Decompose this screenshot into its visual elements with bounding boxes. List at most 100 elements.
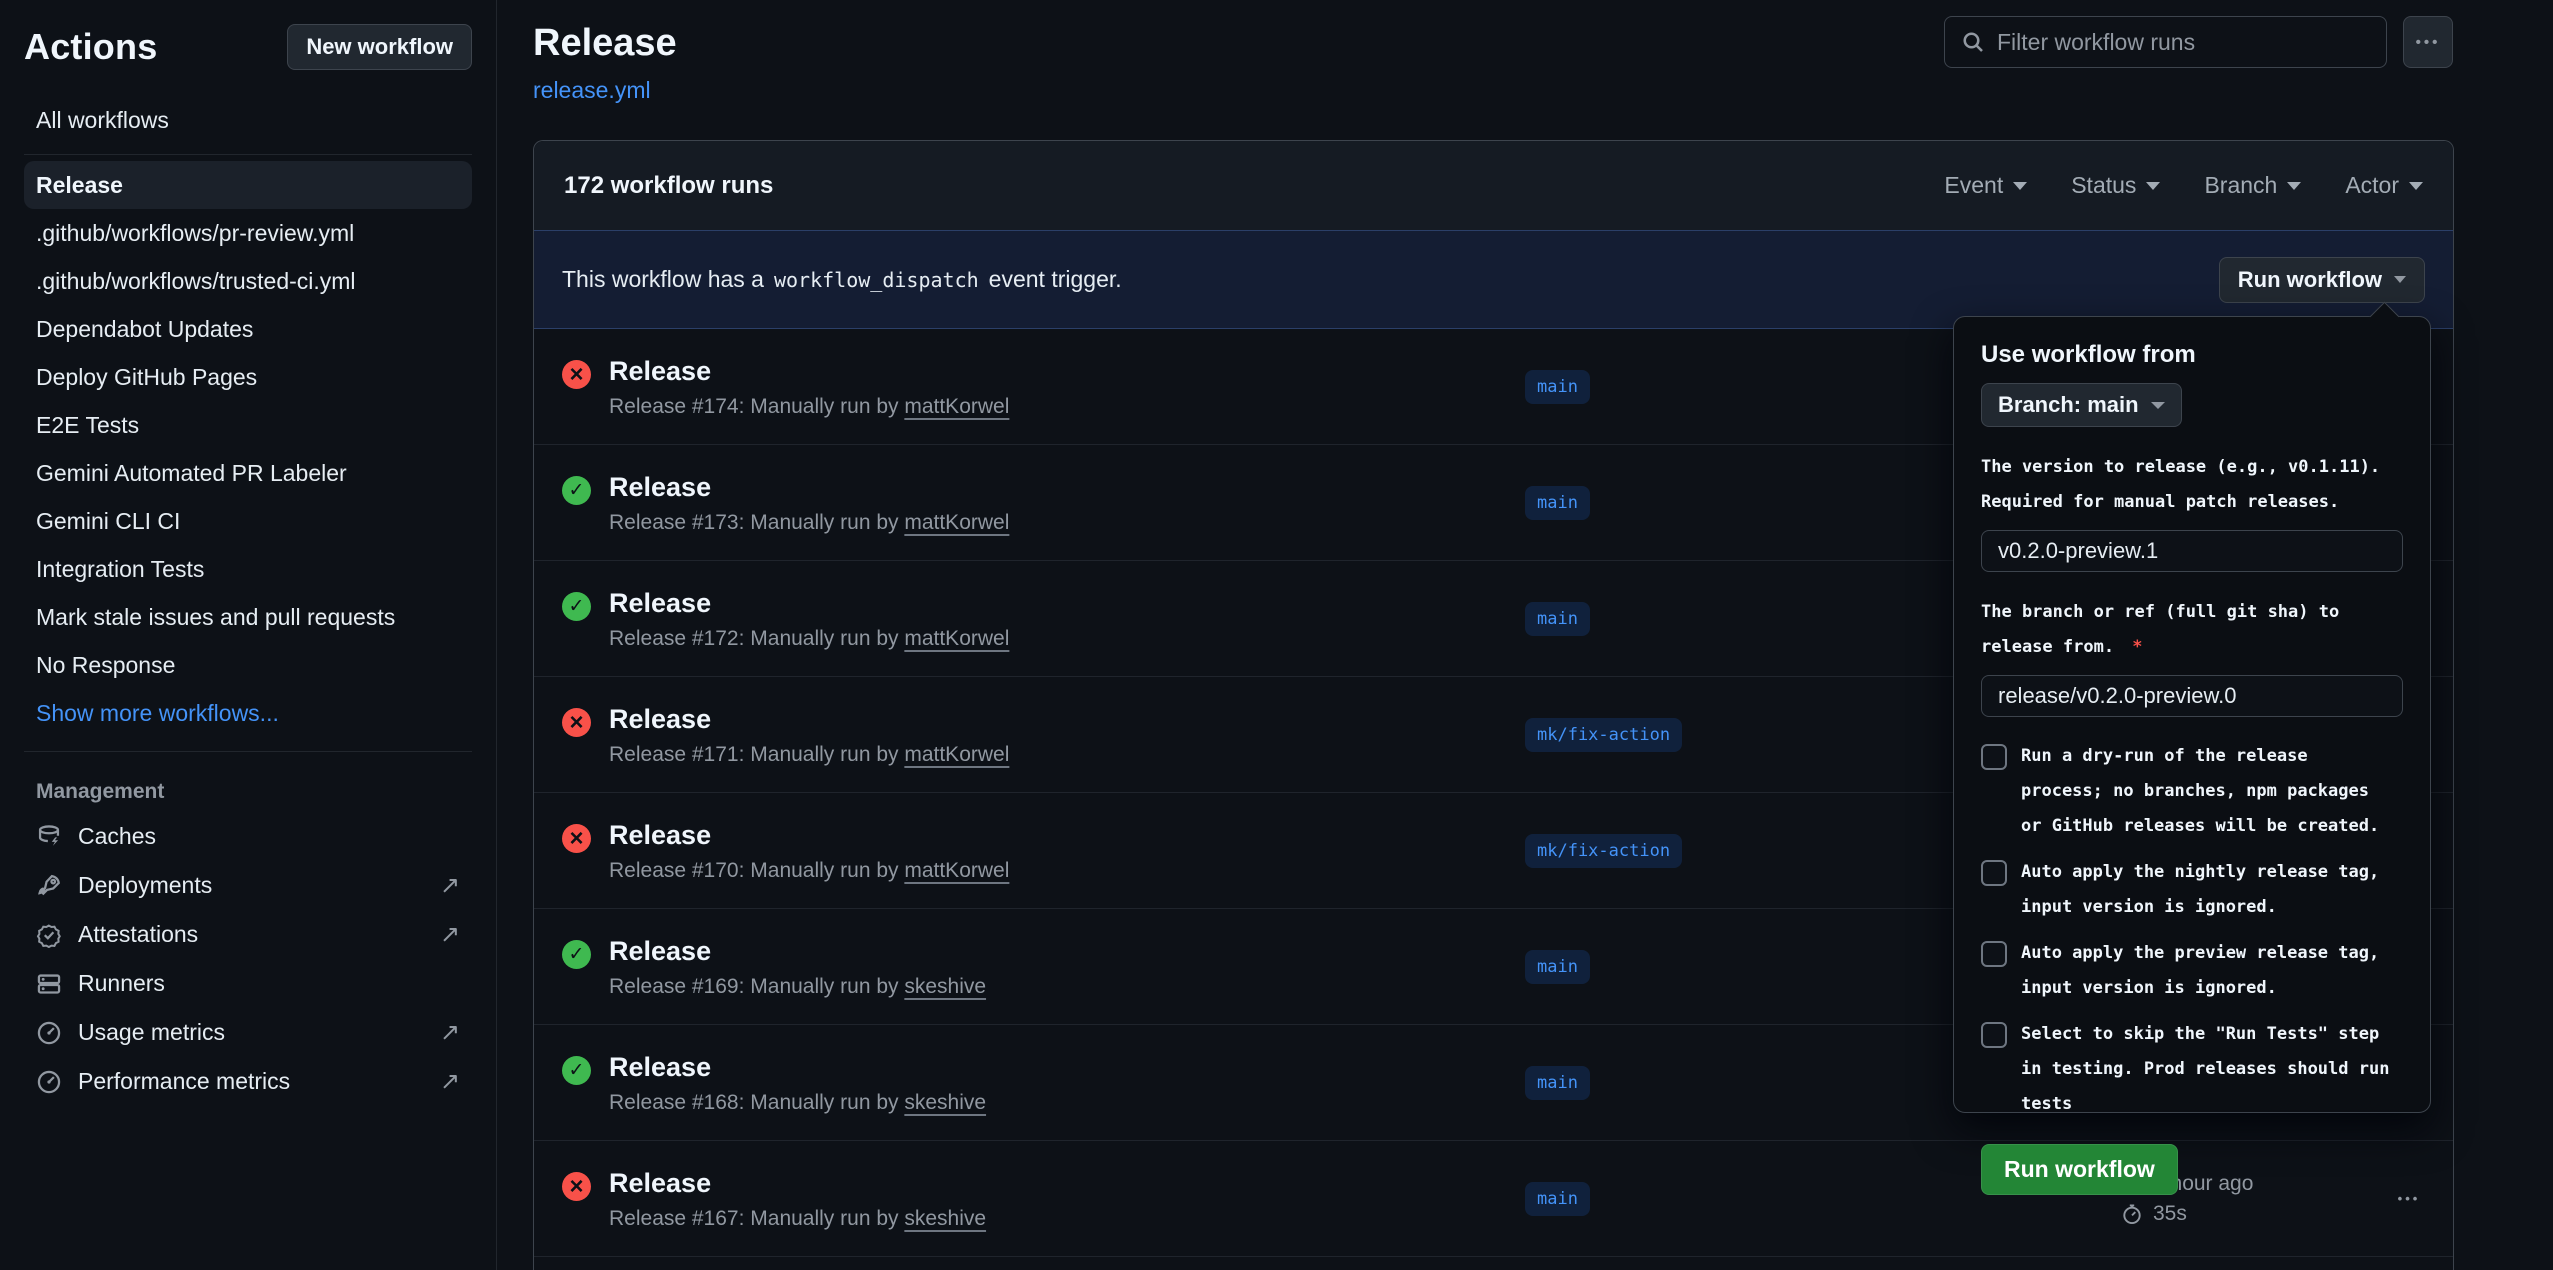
run-title-link[interactable]: Release <box>609 934 986 968</box>
workflow-overflow-menu-button[interactable]: ••• <box>2403 16 2453 68</box>
branch-pill[interactable]: main <box>1525 1182 1590 1216</box>
checkbox[interactable] <box>1981 860 2007 886</box>
cache-icon <box>36 824 62 850</box>
run-text: ReleaseRelease #173: Manually run by mat… <box>609 470 1009 535</box>
branch-pill[interactable]: main <box>1525 1066 1590 1100</box>
sidebar-divider <box>24 154 472 155</box>
run-workflow-popover: Use workflow from Branch: main The versi… <box>1953 316 2431 1113</box>
runs-card-header: 172 workflow runs Event Status Branch Actor <box>534 141 2453 230</box>
failure-status-icon: × <box>562 360 591 389</box>
run-description: Release #170: Manually run by mattKorwel <box>609 859 1009 883</box>
failure-status-icon: × <box>562 708 591 737</box>
popover-checkbox-group: Auto apply the nightly release tag, inpu… <box>1981 855 2403 925</box>
sidebar-item-e2e-tests[interactable]: E2E Tests <box>24 401 472 449</box>
filter-dropdown-status[interactable]: Status <box>2071 172 2160 199</box>
run-text: Release Release #171: Manually run by mat… <box>609 702 1009 767</box>
run-title-link[interactable]: Release <box>609 586 1009 620</box>
sidebar-item-caches[interactable]: Caches <box>24 812 472 861</box>
run-description: Release #169: Manually run by skeshive <box>609 975 986 999</box>
sidebar-item-mark-stale-issues-and-pull-requests[interactable]: Mark stale issues and pull requests <box>24 593 472 641</box>
version-input[interactable] <box>1981 530 2403 572</box>
sidebar-item-gemini-cli-ci[interactable]: Gemini CLI CI <box>24 497 472 545</box>
run-workflow-dropdown-button[interactable]: Run workflow <box>2219 257 2425 303</box>
branch-pill[interactable]: main <box>1525 602 1590 636</box>
branch-select-label: Branch: main <box>1998 392 2139 418</box>
checkbox-label: Run a dry-run of the release process; no… <box>2021 739 2379 844</box>
sidebar-item-deployments[interactable]: Deployments↗ <box>24 861 472 910</box>
new-workflow-button[interactable]: New workflow <box>287 24 472 70</box>
sidebar-item-github-workflows-pr-review-yml[interactable]: .github/workflows/pr-review.yml <box>24 209 472 257</box>
chevron-down-icon <box>2287 182 2301 190</box>
branch-ref-input[interactable] <box>1981 675 2403 717</box>
run-actor-link[interactable]: skeshive <box>904 975 986 998</box>
popover-checkboxes: Run a dry-run of the release process; no… <box>1981 739 2403 1122</box>
sidebar-item-label: Usage metrics <box>78 1019 225 1046</box>
run-title-link[interactable]: Release <box>609 702 1009 736</box>
filter-dropdown-actor[interactable]: Actor <box>2345 172 2423 199</box>
checkbox[interactable] <box>1981 1022 2007 1048</box>
filter-workflow-runs-input[interactable] <box>1997 29 2370 56</box>
branch-pill[interactable]: main <box>1525 486 1590 520</box>
server-icon <box>36 971 62 997</box>
run-workflow-submit-button[interactable]: Run workflow <box>1981 1144 2178 1195</box>
chevron-down-icon <box>2013 182 2027 190</box>
sidebar-item-no-response[interactable]: No Response <box>24 641 472 689</box>
chevron-down-icon <box>2409 182 2423 190</box>
search-icon <box>1961 30 1985 54</box>
branch-pill[interactable]: main <box>1525 950 1590 984</box>
run-description-text: Release #170: Manually run by <box>609 859 904 882</box>
sidebar-item-label: Runners <box>78 970 165 997</box>
run-actor-link[interactable]: mattKorwel <box>904 859 1009 882</box>
run-description-text: Release #171: Manually run by <box>609 743 904 766</box>
branch-pill[interactable]: main <box>1525 370 1590 404</box>
run-summary: ✓ReleaseRelease #169: Manually run by sk… <box>534 934 1525 999</box>
sidebar-item-all-workflows[interactable]: All workflows <box>24 96 472 144</box>
workflow-dispatch-code: workflow_dispatch <box>774 268 979 292</box>
run-title-link[interactable]: Release <box>609 1166 986 1200</box>
run-actor-link[interactable]: mattKorwel <box>904 743 1009 766</box>
workflow-runs-count: 172 workflow runs <box>564 172 773 200</box>
filter-dropdown-branch[interactable]: Branch <box>2204 172 2301 199</box>
run-actor-link[interactable]: mattKorwel <box>904 395 1009 418</box>
run-actor-link[interactable]: mattKorwel <box>904 627 1009 650</box>
sidebar-item-deploy-github-pages[interactable]: Deploy GitHub Pages <box>24 353 472 401</box>
filter-dropdown-event[interactable]: Event <box>1944 172 2027 199</box>
external-link-arrow-icon: ↗ <box>440 1067 460 1096</box>
sidebar-item-runners[interactable]: Runners <box>24 959 472 1008</box>
run-title-link[interactable]: Release <box>609 470 1009 504</box>
external-link-arrow-icon: ↗ <box>440 1018 460 1047</box>
branch-pill[interactable]: mk/fix-action <box>1525 718 1682 752</box>
sidebar-item-release[interactable]: Release <box>24 161 472 209</box>
sidebar-item-usage-metrics[interactable]: Usage metrics ↗ <box>24 1008 472 1057</box>
sidebar-item-github-workflows-trusted-ci-yml[interactable]: .github/workflows/trusted-ci.yml <box>24 257 472 305</box>
sidebar-divider <box>24 751 472 752</box>
sidebar-item-integration-tests[interactable]: Integration Tests <box>24 545 472 593</box>
run-title-link[interactable]: Release <box>609 818 1009 852</box>
banner-text-suffix: event trigger. <box>989 266 1122 293</box>
run-description: Release #168: Manually run by skeshive <box>609 1091 986 1115</box>
sidebar-item-attestations[interactable]: Attestations↗ <box>24 910 472 959</box>
branch-pill[interactable]: mk/fix-action <box>1525 834 1682 868</box>
run-summary: ✓ReleaseRelease #172: Manually run by ma… <box>534 586 1525 651</box>
chevron-down-icon <box>2151 402 2165 409</box>
github-actions-page: Actions New workflow All workflowsReleas… <box>0 0 2553 1270</box>
run-actor-link[interactable]: skeshive <box>904 1091 986 1114</box>
checkbox[interactable] <box>1981 744 2007 770</box>
run-title-link[interactable]: Release <box>609 1050 986 1084</box>
success-status-icon: ✓ <box>562 1056 591 1085</box>
run-summary: ×ReleaseRelease #167: Manually run by sk… <box>534 1166 1525 1231</box>
sidebar-item-performance-metrics[interactable]: Performance metrics↗ <box>24 1057 472 1106</box>
run-title-link[interactable]: Release <box>609 354 1009 388</box>
failure-status-icon: × <box>562 1172 591 1201</box>
sidebar-item-gemini-automated-pr-labeler[interactable]: Gemini Automated PR Labeler <box>24 449 472 497</box>
checkbox[interactable] <box>1981 941 2007 967</box>
run-actor-link[interactable]: mattKorwel <box>904 511 1009 534</box>
sidebar-item-show-more-workflows[interactable]: Show more workflows... <box>24 689 472 737</box>
workflow-file-link[interactable]: release.yml <box>533 77 651 104</box>
branch-select-button[interactable]: Branch: main <box>1981 383 2182 427</box>
sidebar-item-dependabot-updates[interactable]: Dependabot Updates <box>24 305 472 353</box>
run-summary: ×ReleaseRelease #174: Manually run by ma… <box>534 354 1525 419</box>
run-actor-link[interactable]: skeshive <box>904 1207 986 1230</box>
filter-dropdown-label: Branch <box>2204 172 2277 199</box>
sidebar-item-label: Attestations <box>78 921 198 948</box>
